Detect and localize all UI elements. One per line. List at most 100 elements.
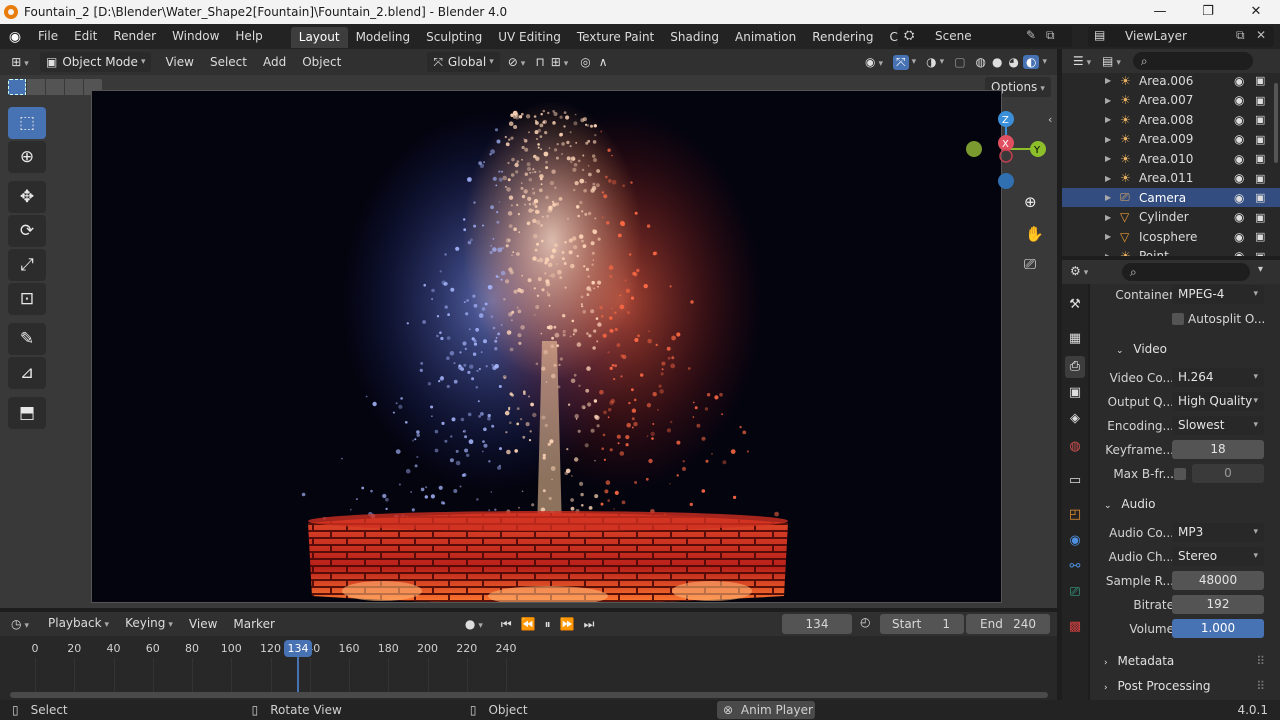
next-keyframe-icon[interactable]: ⏩ bbox=[560, 617, 575, 632]
outliner-scrollbar[interactable] bbox=[1274, 83, 1278, 163]
outliner-item-point[interactable]: ▶ ☀ Point ◉ ▣ bbox=[1062, 247, 1280, 257]
properties-search-input[interactable]: ⌕ bbox=[1122, 263, 1250, 281]
physics-tab-icon[interactable]: ◉ bbox=[1065, 530, 1085, 552]
proportional-edit-icon[interactable]: ◎ bbox=[580, 55, 590, 69]
scene-tab-icon[interactable]: ◈ bbox=[1065, 408, 1085, 430]
outliner-item-icosphere[interactable]: ▶ ▽ Icosphere ◉ ▣ bbox=[1062, 227, 1280, 246]
rendered-shading-icon[interactable]: ◐ bbox=[1022, 55, 1040, 69]
eye-icon[interactable]: ◉ bbox=[1234, 249, 1244, 256]
menu-view[interactable]: View bbox=[157, 50, 201, 74]
add-cube-tool-icon[interactable]: ⬒ bbox=[8, 397, 46, 429]
outliner-item-area-009[interactable]: ▶ ☀ Area.009 ◉ ▣ bbox=[1062, 130, 1280, 149]
mode-selector[interactable]: ▣ Object Mode ▾ bbox=[40, 52, 152, 72]
eye-icon[interactable]: ◉ bbox=[1234, 74, 1244, 88]
expand-arrow-icon[interactable]: ▶ bbox=[1105, 252, 1111, 257]
outliner-item-cylinder[interactable]: ▶ ▽ Cylinder ◉ ▣ bbox=[1062, 208, 1280, 227]
prev-keyframe-icon[interactable]: ⏪ bbox=[521, 617, 536, 632]
blender-menu-icon[interactable]: ◉ bbox=[0, 29, 30, 45]
select-box-subtract-icon[interactable] bbox=[46, 79, 64, 95]
eye-icon[interactable]: ◉ bbox=[1234, 230, 1244, 244]
outliner-item-area-008[interactable]: ▶ ☀ Area.008 ◉ ▣ bbox=[1062, 110, 1280, 129]
output-tab-icon[interactable]: ⎙ bbox=[1065, 356, 1085, 378]
pause-icon[interactable]: ⏸ bbox=[545, 617, 551, 632]
transform-tool-icon[interactable]: ⊡ bbox=[8, 283, 46, 315]
menu-window[interactable]: Window bbox=[164, 24, 227, 49]
tab-sculpting[interactable]: Sculpting bbox=[418, 27, 490, 48]
view-layer-selector[interactable]: ▤ ViewLayer ⧉ ✕ bbox=[1088, 26, 1274, 47]
volume-field[interactable]: 1.000 bbox=[1172, 619, 1264, 638]
select-box-new-icon[interactable] bbox=[8, 79, 26, 95]
autosplit-checkbox[interactable] bbox=[1172, 313, 1184, 325]
timer-icon[interactable]: ◴ bbox=[860, 615, 870, 629]
container-select[interactable]: MPEG-4 ▾ bbox=[1172, 285, 1264, 304]
menu-edit[interactable]: Edit bbox=[66, 24, 105, 49]
solid-shading-icon[interactable]: ● bbox=[992, 55, 1002, 69]
eye-icon[interactable]: ◉ bbox=[1234, 191, 1244, 205]
collection-tab-icon[interactable]: ▭ bbox=[1065, 470, 1085, 492]
new-scene-icon[interactable]: ⧉ bbox=[1046, 28, 1055, 43]
expand-arrow-icon[interactable]: ▶ bbox=[1105, 193, 1111, 202]
max-bframes-field[interactable]: 0 bbox=[1192, 464, 1264, 483]
data-tab-icon[interactable]: ⎚ bbox=[1065, 582, 1085, 604]
auto-keying-icon[interactable]: ● ▾ bbox=[465, 617, 483, 631]
view-layer-tab-icon[interactable]: ▣ bbox=[1065, 382, 1085, 404]
keyframe-field[interactable]: 18 bbox=[1172, 440, 1264, 459]
tab-layout[interactable]: Layout bbox=[290, 27, 348, 48]
render-camera-icon[interactable]: ▣ bbox=[1255, 250, 1265, 257]
constraints-tab-icon[interactable]: ⚯ bbox=[1065, 556, 1085, 578]
zoom-icon[interactable]: ⊕ bbox=[1024, 193, 1037, 211]
video-section-header[interactable]: ⌄ Video bbox=[1090, 338, 1275, 360]
xray-icon[interactable]: ▢ bbox=[954, 55, 965, 69]
playhead-line[interactable] bbox=[296, 657, 299, 697]
overlay-toggle-icon[interactable]: ◑ bbox=[926, 55, 936, 69]
outliner-item-area-011[interactable]: ▶ ☀ Area.011 ◉ ▣ bbox=[1062, 169, 1280, 188]
outliner-item-camera[interactable]: ▶ ⎚ Camera ◉ ▣ bbox=[1062, 188, 1280, 207]
menu-playback[interactable]: Playback ▾ bbox=[40, 611, 117, 637]
menu-marker[interactable]: Marker bbox=[225, 612, 282, 636]
jump-end-icon[interactable]: ⏭ bbox=[584, 617, 595, 632]
end-frame-field[interactable]: End 240 bbox=[966, 614, 1050, 634]
cursor-tool-icon[interactable]: ⊕ bbox=[8, 141, 46, 173]
menu-render[interactable]: Render bbox=[105, 24, 164, 49]
render-camera-icon[interactable]: ▣ bbox=[1255, 133, 1265, 146]
timeline-scrollbar[interactable] bbox=[10, 692, 1048, 698]
anim-player-indicator[interactable]: ⊗ Anim Player bbox=[717, 701, 815, 719]
outliner-item-area-006[interactable]: ▶ ☀ Area.006 ◉ ▣ bbox=[1062, 73, 1280, 90]
eye-icon[interactable]: ◉ bbox=[1234, 132, 1244, 146]
menu-add[interactable]: Add bbox=[255, 50, 294, 74]
pivot-icon[interactable]: ⊘ ▾ bbox=[508, 55, 526, 69]
snap-target-icon[interactable]: ⊞ ▾ bbox=[551, 55, 569, 69]
expand-arrow-icon[interactable]: ▶ bbox=[1105, 232, 1111, 241]
encoding-select[interactable]: Slowest ▾ bbox=[1172, 416, 1264, 435]
audio-section-header[interactable]: ⌄ Audio bbox=[1090, 493, 1275, 515]
audio-codec-select[interactable]: MP3 ▾ bbox=[1172, 523, 1264, 542]
render-camera-icon[interactable]: ▣ bbox=[1255, 74, 1265, 87]
move-tool-icon[interactable]: ✥ bbox=[8, 181, 46, 213]
rotate-tool-icon[interactable]: ⟳ bbox=[8, 215, 46, 247]
material-shading-icon[interactable]: ◕ bbox=[1009, 55, 1019, 69]
menu-object[interactable]: Object bbox=[294, 50, 349, 74]
transform-orientation-selector[interactable]: ⤧ Global ▾ bbox=[427, 52, 500, 72]
menu-keying[interactable]: Keying ▾ bbox=[117, 611, 181, 637]
menu-select[interactable]: Select bbox=[202, 50, 255, 74]
render-camera-icon[interactable]: ▣ bbox=[1255, 152, 1265, 165]
render-camera-icon[interactable]: ▣ bbox=[1255, 230, 1265, 243]
texture-tab-icon[interactable]: ▩ bbox=[1065, 616, 1085, 638]
tab-animation[interactable]: Animation bbox=[727, 27, 804, 48]
timeline-editor-icon[interactable]: ◷ ▾ bbox=[0, 617, 40, 631]
pin-icon[interactable]: ✎ bbox=[1026, 28, 1036, 42]
properties-editor-icon[interactable]: ⚙ ▾ bbox=[1070, 264, 1088, 278]
menu-timeline-view[interactable]: View bbox=[181, 612, 225, 636]
gizmo-toggle-icon[interactable]: ⤧ bbox=[893, 54, 909, 70]
bitrate-field[interactable]: 192 bbox=[1172, 595, 1264, 614]
audio-channels-select[interactable]: Stereo ▾ bbox=[1172, 547, 1264, 566]
wireframe-shading-icon[interactable]: ◍ bbox=[976, 55, 986, 69]
visibility-icon[interactable]: ◉ ▾ bbox=[865, 55, 883, 69]
pan-hand-icon[interactable]: ✋ bbox=[1025, 225, 1044, 243]
select-box-tool-icon[interactable]: ⬚ bbox=[8, 107, 46, 139]
tab-rendering[interactable]: Rendering bbox=[804, 27, 881, 48]
scene-selector[interactable]: ⛭ Scene ✎ ⧉ bbox=[898, 26, 1072, 47]
tab-texture-paint[interactable]: Texture Paint bbox=[569, 27, 662, 48]
start-frame-field[interactable]: Start 1 bbox=[880, 614, 964, 634]
annotate-tool-icon[interactable]: ✎ bbox=[8, 323, 46, 355]
